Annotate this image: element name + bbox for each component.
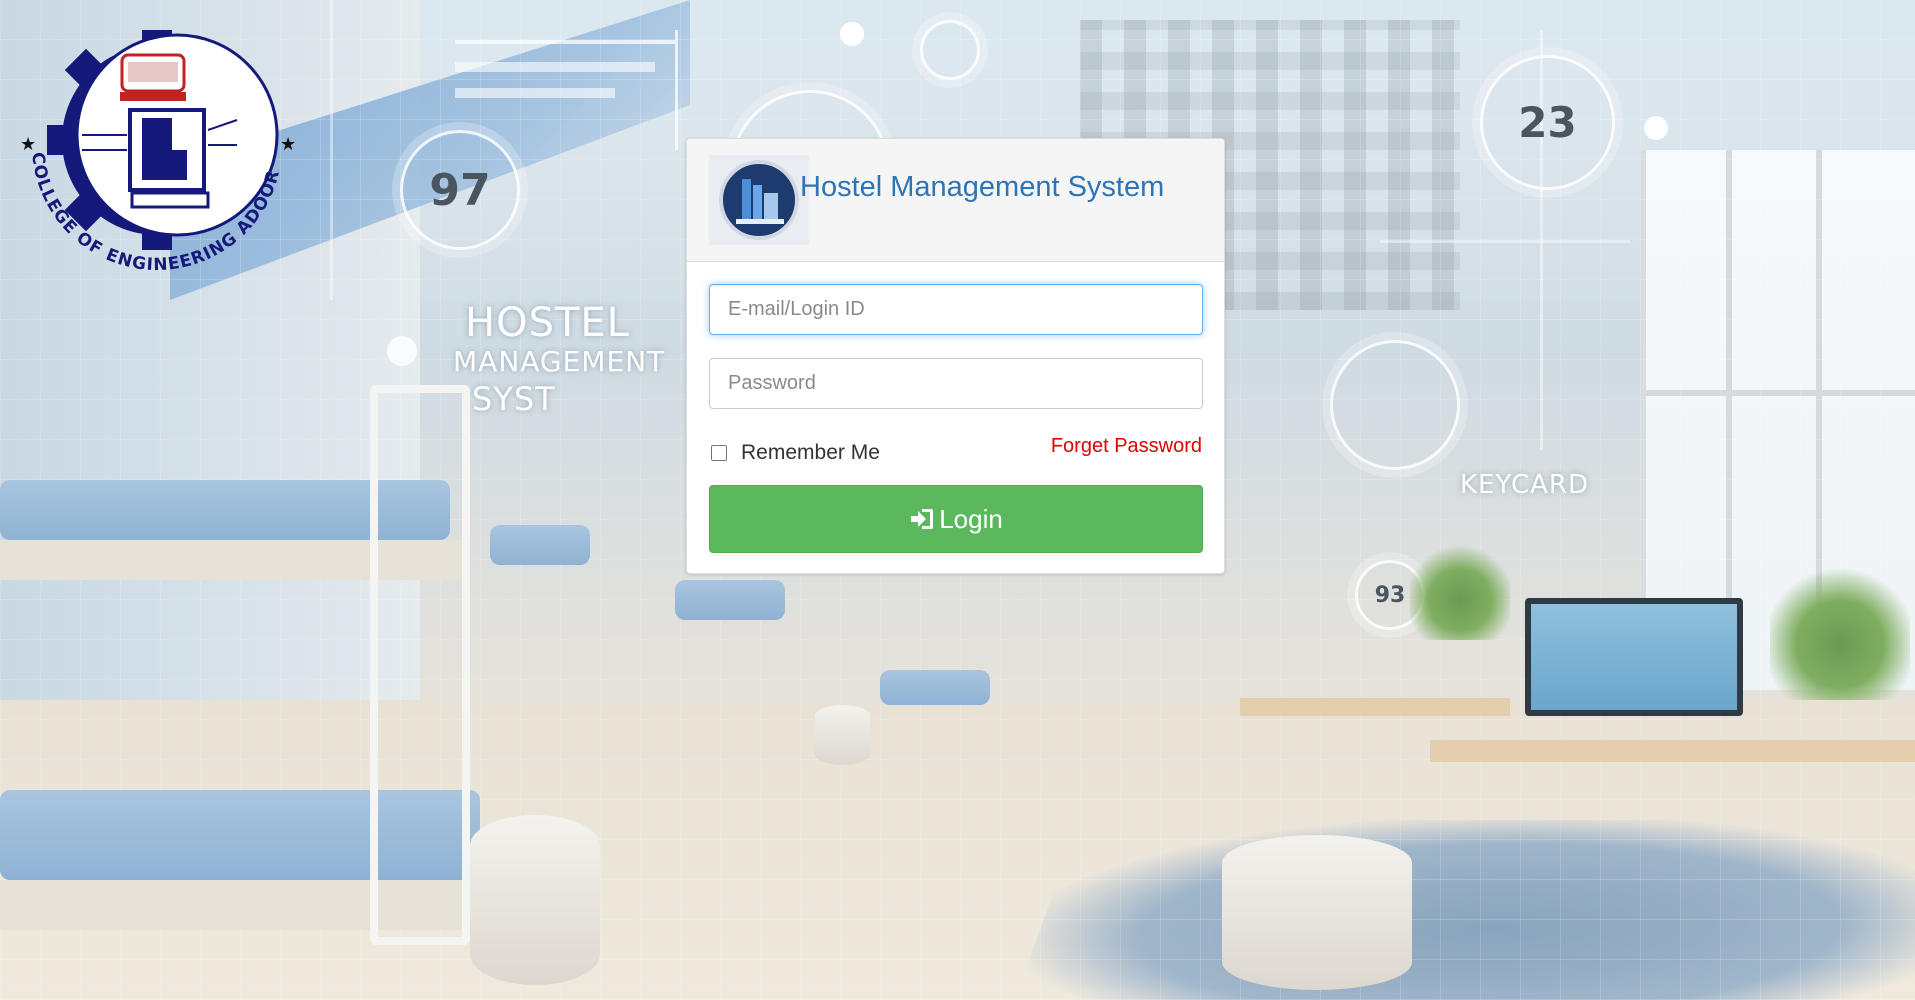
hologram-ring [920,20,980,80]
svg-text:★: ★ [20,134,36,154]
login-form: Remember Me Forget Password Login [687,262,1224,553]
monitor [1525,598,1743,716]
login-panel: Hostel Management System Remember Me For… [686,138,1225,574]
wall-text-keycard: KEYCARD [1460,470,1589,500]
remember-me-checkbox[interactable] [711,445,727,461]
app-title: Hostel Management System [800,171,1165,203]
hologram-ring: 97 [400,130,520,250]
plant [1410,540,1510,640]
login-button-label: Login [939,503,1003,534]
sign-in-icon [909,507,935,531]
college-logo: COLLEGE OF ENGINEERING ADOOR ★ ★ [12,10,302,300]
wall-text-management: MANAGEMENT [453,345,666,378]
password-input[interactable] [709,358,1203,409]
stool [470,815,600,985]
email-input[interactable] [709,284,1203,335]
stool [815,705,870,765]
wall-text-syst: SYST [472,380,556,418]
login-button[interactable]: Login [709,485,1203,553]
plant [1770,560,1910,700]
stool [1222,835,1412,990]
remember-me-option[interactable]: Remember Me [711,441,880,465]
wall-text-hostel: HOSTEL [465,300,630,346]
login-panel-header: Hostel Management System [687,139,1224,262]
svg-text:★: ★ [280,134,296,154]
remember-row: Remember Me Forget Password [709,409,1202,485]
hologram-ring [1330,340,1460,470]
desk [1430,740,1915,762]
desk [1240,698,1510,716]
forget-password-link[interactable]: Forget Password [1051,435,1202,458]
remember-me-label: Remember Me [741,441,880,464]
app-logo [709,155,809,245]
hologram-ring: 23 [1480,55,1615,190]
